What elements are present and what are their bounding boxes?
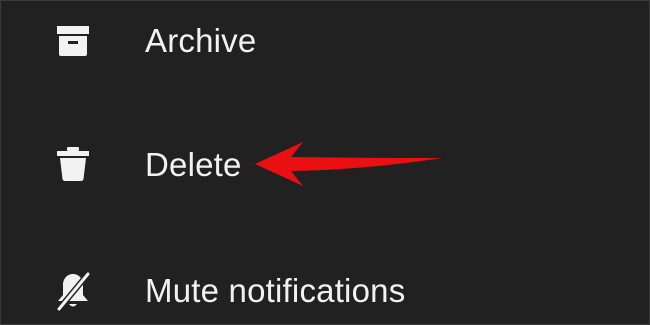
menu-item-label: Delete (145, 146, 242, 183)
trash-icon (51, 143, 95, 187)
menu-item-mute-notifications[interactable]: Mute notifications (1, 246, 649, 324)
menu-item-label: Mute notifications (145, 272, 406, 309)
menu-item-delete[interactable]: Delete (1, 120, 649, 210)
context-menu: Archive Delete Mute notifications (0, 0, 650, 325)
bell-off-icon (51, 269, 95, 313)
menu-item-archive[interactable]: Archive (1, 1, 649, 86)
menu-item-label: Archive (145, 22, 257, 59)
archive-icon (51, 19, 95, 63)
